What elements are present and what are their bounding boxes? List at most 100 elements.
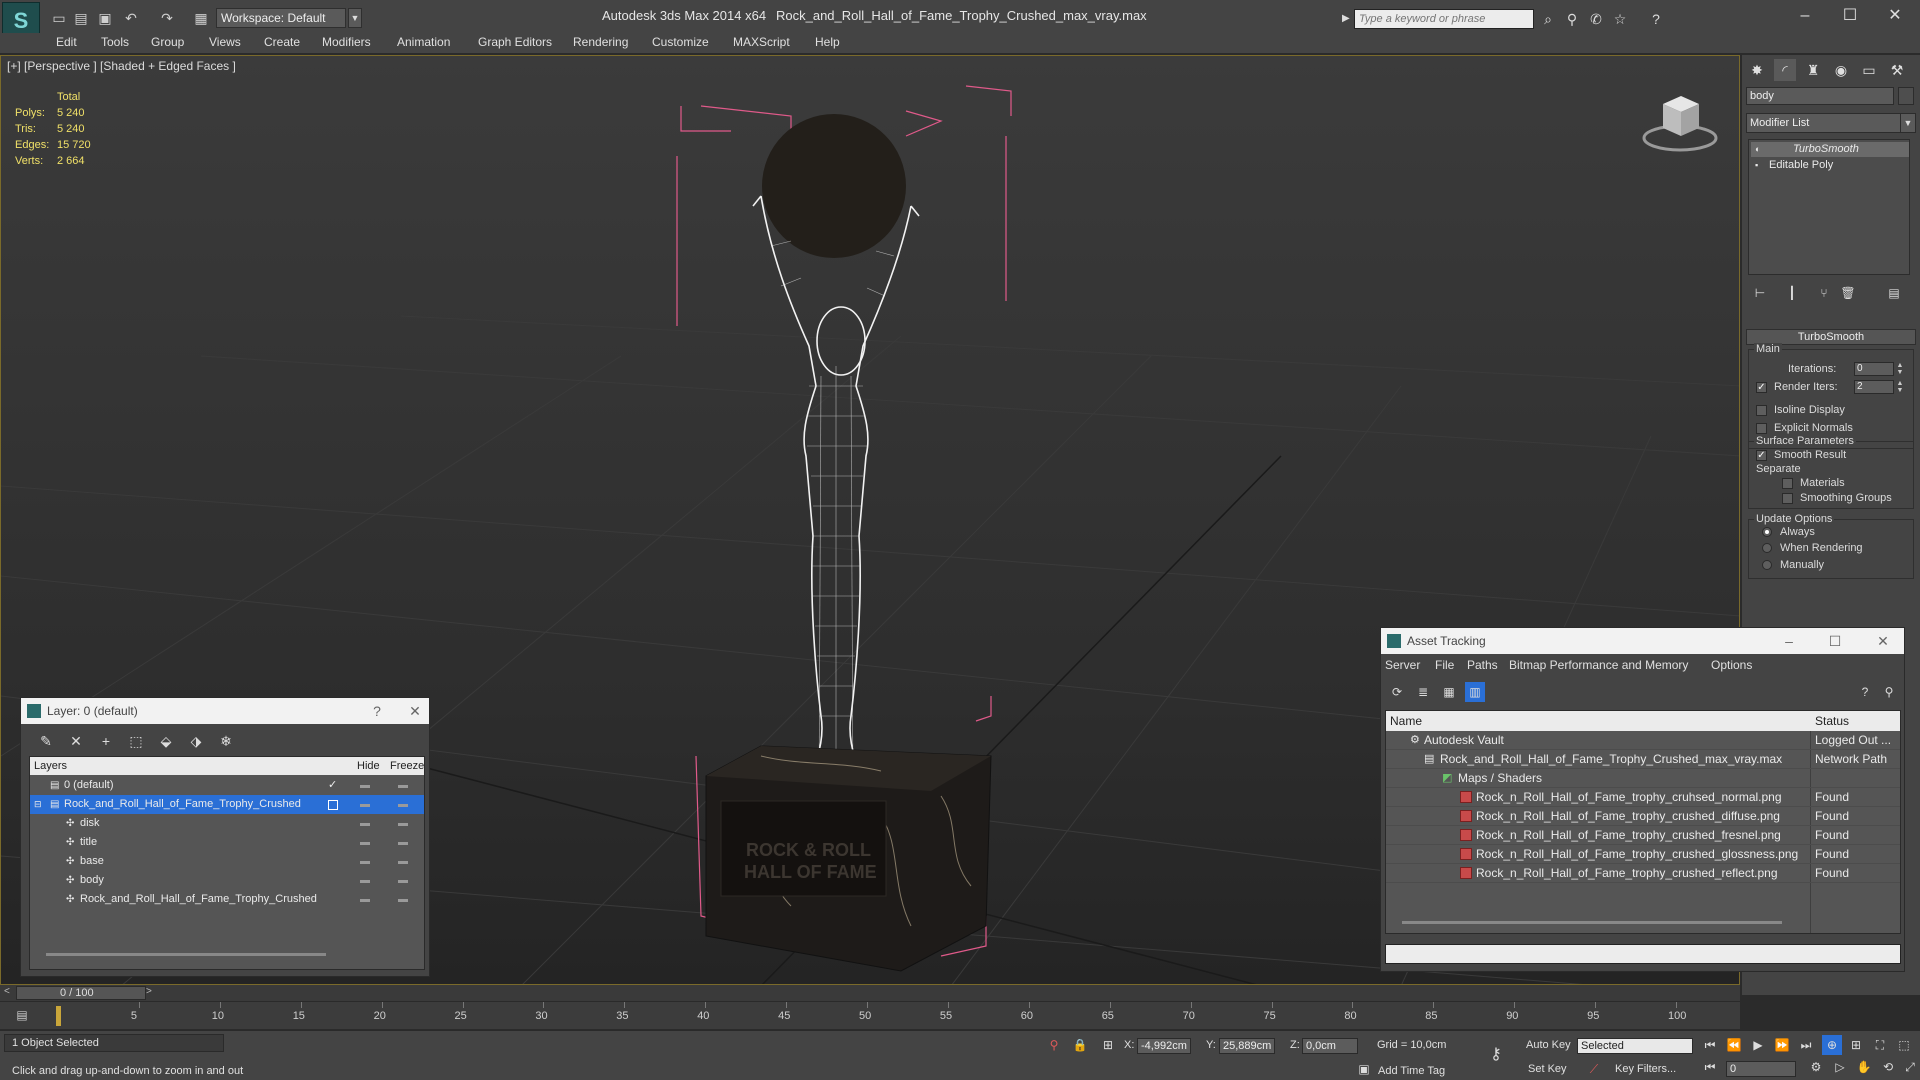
smoothing-groups-checkbox[interactable] (1782, 493, 1793, 504)
maximize-icon[interactable]: ☐ (1825, 631, 1845, 651)
field-of-view-icon[interactable]: ▷ (1830, 1057, 1850, 1077)
asset-window-title-bar[interactable]: Asset Tracking – ☐ ✕ (1381, 628, 1904, 654)
go-to-start-icon[interactable]: ⏮ (1700, 1035, 1720, 1055)
spinner-arrows-icon[interactable]: ▲ ▼ (1896, 380, 1904, 394)
next-frame-icon[interactable]: ⏩ (1772, 1035, 1792, 1055)
render-iters-spinner[interactable]: 2 (1854, 380, 1894, 394)
asset-path-field[interactable] (1385, 944, 1901, 964)
table-row[interactable]: ✣ title ▬ ▬ (30, 833, 424, 852)
auto-key-button[interactable]: Auto Key (1526, 1039, 1571, 1051)
table-row[interactable]: Rock_n_Roll_Hall_of_Fame_trophy_crushed_… (1386, 807, 1900, 826)
set-key-button[interactable]: Set Key (1528, 1063, 1567, 1075)
go-to-end-icon[interactable]: ⏭ (1796, 1035, 1816, 1055)
menu-tools[interactable]: Tools (101, 35, 129, 49)
hide-toggle-icon[interactable]: ▬ (360, 833, 370, 852)
help-icon[interactable]: ? (367, 701, 387, 721)
list-view-icon[interactable]: ≣ (1413, 682, 1433, 702)
expand-icon[interactable]: ⊟ (34, 795, 42, 814)
layer-checkbox[interactable] (328, 800, 338, 810)
mini-curve-editor-icon[interactable]: ▤ (10, 1008, 34, 1024)
always-radio[interactable] (1762, 527, 1772, 537)
add-time-tag[interactable]: Add Time Tag (1378, 1065, 1445, 1077)
hide-all-icon[interactable]: ⬗ (185, 730, 207, 752)
horizontal-scrollbar[interactable] (46, 953, 326, 956)
make-unique-icon[interactable]: ⑂ (1814, 283, 1834, 303)
freeze-toggle-icon[interactable]: ▬ (398, 890, 408, 909)
when-rendering-radio[interactable] (1762, 543, 1772, 553)
freeze-toggle-icon[interactable]: ▬ (398, 776, 408, 795)
search-expand-icon[interactable]: ▶ (1342, 9, 1354, 29)
zoom-extents-all-icon[interactable]: ⬚ (1894, 1035, 1914, 1055)
maximize-viewport-icon[interactable]: ⤢ (1900, 1057, 1920, 1077)
new-file-icon[interactable]: ▭ (50, 9, 68, 27)
spinner-arrows-icon[interactable]: ▲ ▼ (1896, 362, 1904, 376)
pan-view-icon[interactable]: ✋ (1854, 1057, 1874, 1077)
search-input[interactable] (1354, 9, 1534, 29)
show-end-result-icon[interactable]: ┃ (1782, 283, 1802, 303)
table-row[interactable]: ◩ Maps / Shaders (1386, 769, 1900, 788)
hide-toggle-icon[interactable]: ▬ (360, 795, 370, 814)
table-row[interactable]: Rock_n_Roll_Hall_of_Fame_trophy_crushed_… (1386, 826, 1900, 845)
key-filter-icon[interactable]: ⟋ (1584, 1059, 1604, 1079)
col-freeze[interactable]: Freeze (390, 757, 424, 775)
z-coordinate-field[interactable]: 0,0cm (1302, 1038, 1358, 1054)
utilities-tab-icon[interactable]: ⚒ (1886, 59, 1908, 81)
configure-sets-icon[interactable]: ▤ (1884, 283, 1904, 303)
modify-tab-icon[interactable]: ◜ (1774, 59, 1796, 81)
materials-checkbox[interactable] (1782, 478, 1793, 489)
col-layers[interactable]: Layers (34, 757, 67, 775)
hide-toggle-icon[interactable]: ▬ (360, 871, 370, 890)
modifier-list-dropdown[interactable]: Modifier List (1746, 113, 1902, 133)
minimize-icon[interactable]: – (1790, 6, 1820, 26)
col-name[interactable]: Name (1390, 711, 1422, 731)
layer-window-title-bar[interactable]: Layer: 0 (default) ? ✕ (21, 698, 429, 724)
horizontal-scrollbar[interactable] (1402, 921, 1782, 924)
close-icon[interactable]: ✕ (1873, 631, 1893, 651)
table-row[interactable]: ⊟ ▤ Rock_and_Roll_Hall_of_Fame_Trophy_Cr… (30, 795, 424, 814)
freeze-all-icon[interactable]: ❄ (215, 730, 237, 752)
refresh-icon[interactable]: ⟳ (1387, 682, 1407, 702)
menu-rendering[interactable]: Rendering (573, 35, 628, 49)
object-color-swatch[interactable] (1898, 87, 1914, 105)
table-row[interactable]: ✣ base ▬ ▬ (30, 852, 424, 871)
stack-item-editable-poly[interactable]: ▪ Editable Poly (1751, 158, 1909, 173)
time-tag-icon[interactable]: ▣ (1354, 1059, 1374, 1079)
menu-customize[interactable]: Customize (652, 35, 709, 49)
binoculars-icon[interactable]: ⌕ (1538, 9, 1558, 29)
selection-set-dropdown[interactable]: Selected (1577, 1038, 1693, 1054)
orbit-icon[interactable]: ⟲ (1878, 1057, 1898, 1077)
menu-file[interactable]: File (1435, 658, 1454, 672)
new-layer-icon[interactable]: ✎ (35, 730, 57, 752)
select-objects-icon[interactable]: ⬚ (125, 730, 147, 752)
play-icon[interactable]: ▶ (1748, 1035, 1768, 1055)
hide-toggle-icon[interactable]: ▬ (360, 776, 370, 795)
table-row[interactable]: Rock_n_Roll_Hall_of_Fame_trophy_crushed_… (1386, 864, 1900, 883)
table-row[interactable]: ▤ Rock_and_Roll_Hall_of_Fame_Trophy_Crus… (1386, 750, 1900, 769)
undo-icon[interactable]: ↶ (122, 9, 140, 27)
pin-stack-icon[interactable]: ⊢ (1750, 283, 1770, 303)
menu-group[interactable]: Group (151, 35, 184, 49)
current-frame-marker[interactable] (56, 1006, 61, 1026)
hierarchy-tab-icon[interactable]: ♜ (1802, 59, 1824, 81)
table-row[interactable]: Rock_n_Roll_Hall_of_Fame_trophy_crushed_… (1386, 845, 1900, 864)
viewcube[interactable] (1641, 86, 1719, 156)
communication-icon[interactable]: ✆ (1586, 9, 1606, 29)
key-filters-button[interactable]: Key Filters... (1615, 1063, 1676, 1075)
x-coordinate-field[interactable]: -4,992cm (1137, 1038, 1191, 1054)
close-icon[interactable]: ✕ (405, 701, 425, 721)
save-icon[interactable]: ▣ (96, 9, 114, 27)
y-coordinate-field[interactable]: 25,889cm (1219, 1038, 1275, 1054)
col-status[interactable]: Status (1815, 711, 1849, 731)
time-slider[interactable]: < 0 / 100 > (0, 985, 1740, 1001)
track-bar[interactable]: ▤ 5 10 15 20 25 30 35 40 45 50 55 60 65 70 75 80 85 90 95 1… (0, 1001, 1740, 1029)
iterations-spinner[interactable]: 0 (1854, 362, 1894, 376)
isoline-checkbox[interactable] (1756, 405, 1767, 416)
menu-edit[interactable]: Edit (56, 35, 77, 49)
menu-bitmap-performance[interactable]: Bitmap Performance and Memory (1509, 658, 1688, 672)
favorites-star-icon[interactable]: ☆ (1610, 9, 1630, 29)
menu-maxscript[interactable]: MAXScript (733, 35, 790, 49)
subscription-icon[interactable]: ⚲ (1562, 9, 1582, 29)
menu-modifiers[interactable]: Modifiers (322, 35, 371, 49)
create-tab-icon[interactable]: ✸ (1746, 59, 1768, 81)
active-layer-check-icon[interactable]: ✓ (328, 776, 337, 795)
